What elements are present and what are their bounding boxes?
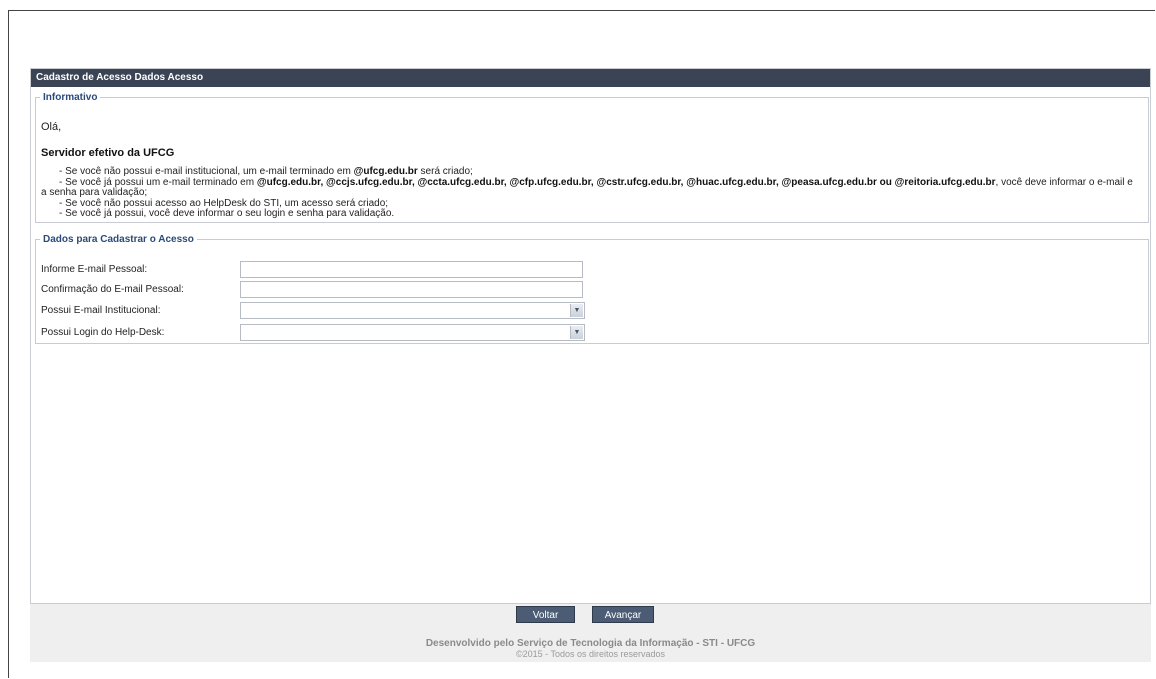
bullet-2-text: - Se você já possui um e-mail terminado … bbox=[59, 176, 257, 188]
footer: Voltar Avançar Desenvolvido pelo Serviço… bbox=[30, 604, 1151, 662]
institucional-label: Possui E-mail Institucional: bbox=[41, 305, 161, 316]
greeting-text: Olá, bbox=[41, 121, 62, 133]
email-confirm-label: Confirmação do E-mail Pessoal: bbox=[41, 284, 184, 295]
bullet-1-end: será criado; bbox=[417, 166, 473, 177]
bullet-4: - Se você já possui, você deve informar … bbox=[59, 208, 395, 219]
subtitle-text: Servidor efetivo da UFCG bbox=[41, 147, 175, 159]
bullet-1-text: - Se você não possui e-mail instituciona… bbox=[59, 166, 354, 177]
email-confirm-row: Confirmação do E-mail Pessoal: bbox=[36, 281, 1148, 299]
email-confirm-field[interactable] bbox=[240, 281, 583, 298]
helpdesk-row: Possui Login do Help-Desk: ▼ bbox=[36, 324, 1148, 342]
voltar-button[interactable]: Voltar bbox=[516, 606, 575, 623]
email-field[interactable] bbox=[240, 261, 583, 278]
bullet-2: - Se você já possui um e-mail terminado … bbox=[41, 176, 1141, 199]
footer-credit: Desenvolvido pelo Serviço de Tecnologia … bbox=[425, 638, 756, 649]
helpdesk-label: Possui Login do Help-Desk: bbox=[41, 327, 165, 338]
info-bullets: - Se você não possui e-mail instituciona… bbox=[41, 166, 1141, 220]
institucional-row: Possui E-mail Institucional: ▼ bbox=[36, 302, 1148, 320]
chevron-down-icon[interactable]: ▼ bbox=[570, 304, 583, 317]
footer-copyright: ©2015 - Todos os direitos reservados bbox=[515, 649, 666, 659]
registration-panel: Cadastro de Acesso Dados Acesso Informat… bbox=[30, 68, 1151, 604]
dados-legend: Dados para Cadastrar o Acesso bbox=[43, 234, 194, 245]
panel-title: Cadastro de Acesso Dados Acesso bbox=[31, 69, 1150, 87]
informativo-fieldset: Informativo Olá, Servidor efetivo da UFC… bbox=[35, 92, 1149, 223]
bullet-2-domains: @ufcg.edu.br, @ccjs.ufcg.edu.br, @ccta.u… bbox=[256, 176, 996, 188]
avancar-button[interactable]: Avançar bbox=[592, 606, 654, 623]
chevron-down-icon[interactable]: ▼ bbox=[570, 326, 583, 339]
helpdesk-select[interactable]: ▼ bbox=[240, 324, 585, 341]
bullet-1-domain: @ufcg.edu.br bbox=[353, 166, 418, 177]
dados-fieldset: Dados para Cadastrar o Acesso Informe E-… bbox=[35, 234, 1149, 344]
email-row: Informe E-mail Pessoal: bbox=[36, 261, 1148, 279]
informativo-legend: Informativo bbox=[43, 92, 98, 103]
institucional-select[interactable]: ▼ bbox=[240, 302, 585, 319]
email-label: Informe E-mail Pessoal: bbox=[41, 264, 148, 275]
